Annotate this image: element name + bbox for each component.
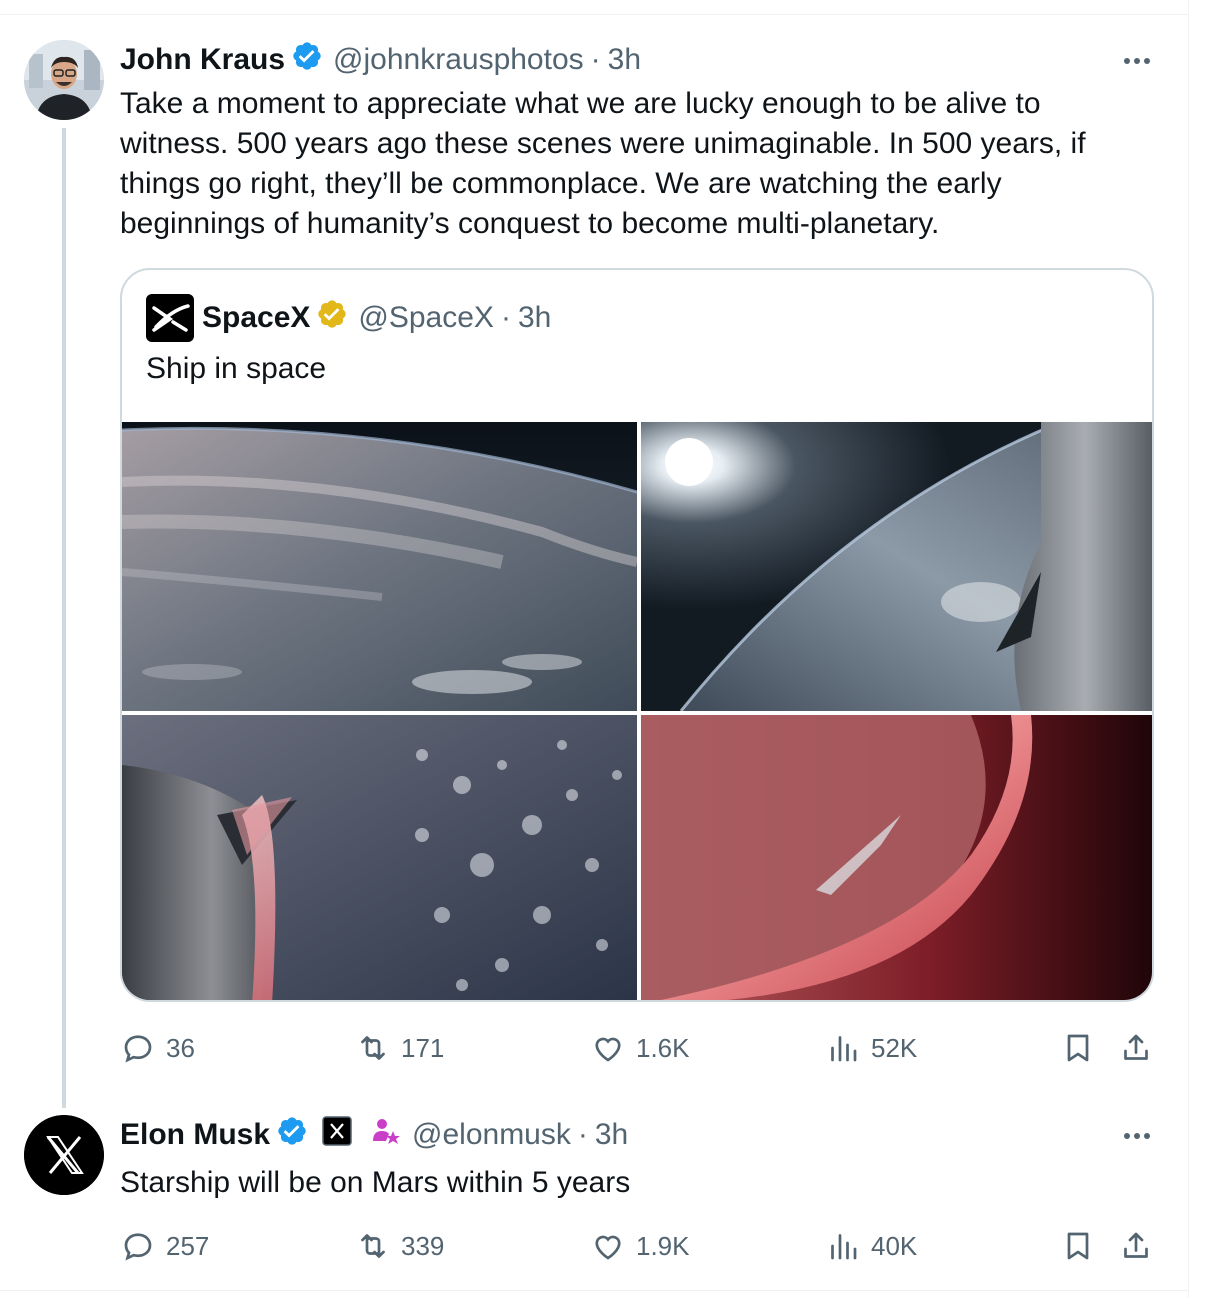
tweet1-views-button[interactable]: 52K: [825, 1030, 917, 1066]
media-image-reentry-plasma[interactable]: [641, 715, 1152, 1000]
tweet1-text-line: Take a moment to appreciate what we are …: [120, 87, 1041, 120]
tweet1-like-button[interactable]: 1.6K: [590, 1030, 690, 1066]
quote-separator: ·: [500, 301, 511, 334]
tweet2-handle[interactable]: @elonmusk: [412, 1118, 571, 1152]
tweet1-text: Take a moment to appreciate what we are …: [120, 84, 1086, 244]
views-icon: [831, 1234, 857, 1260]
tweet1-repost-button[interactable]: 171: [355, 1030, 444, 1066]
bookmark-icon: [1067, 1034, 1089, 1062]
tweet1-action-bar: 36 171 1.6K 52K: [120, 1030, 1160, 1070]
repost-icon: [361, 1234, 385, 1258]
tweet2-author-name[interactable]: Elon Musk: [120, 1118, 270, 1152]
tweet1-author-name[interactable]: John Kraus: [120, 43, 285, 77]
quoted-tweet-card[interactable]: SpaceX @SpaceX · 3h Ship in space: [120, 268, 1154, 1002]
tweet2-views-count: 40K: [871, 1230, 918, 1261]
media-grid: [122, 422, 1152, 1000]
tweet1-text-line: things go right, they’ll be commonplace.…: [120, 167, 1002, 200]
gold-verified-badge-icon[interactable]: [316, 298, 348, 338]
tweet1-reply-count: 36: [166, 1032, 195, 1063]
views-icon: [831, 1036, 857, 1062]
spacex-logo-icon[interactable]: [146, 294, 194, 342]
tweet2-repost-button[interactable]: 339: [355, 1228, 444, 1264]
share-icon: [1124, 1034, 1148, 1060]
tweet2-header: Elon Musk @elonmusk · 3h: [120, 1115, 628, 1155]
top-divider: [0, 14, 1188, 15]
tweet1-views-count: 52K: [871, 1032, 918, 1063]
tweet1-separator: ·: [590, 43, 601, 76]
tweet2-views-button[interactable]: 40K: [825, 1228, 917, 1264]
x-logo-icon: [24, 1115, 104, 1195]
verified-badge-icon[interactable]: [291, 40, 323, 80]
bookmark-icon: [1067, 1232, 1089, 1260]
bottom-divider: [0, 1290, 1188, 1291]
media-image-sun-ship[interactable]: [641, 422, 1152, 711]
tweet1-header: John Kraus @johnkrausphotos · 3h: [120, 40, 641, 80]
tweet1-share-button[interactable]: [1118, 1030, 1164, 1066]
subscriber-badge-icon[interactable]: [370, 1115, 402, 1155]
like-icon: [595, 1235, 621, 1260]
tweet2-share-button[interactable]: [1118, 1228, 1164, 1264]
media-image-ship-clouds[interactable]: [122, 715, 637, 1000]
reply-icon: [124, 1233, 152, 1261]
quote-text: Ship in space: [146, 352, 327, 385]
x-affiliate-badge-icon[interactable]: [322, 1116, 352, 1154]
tweet2-like-button[interactable]: 1.9K: [590, 1228, 690, 1264]
verified-badge-icon[interactable]: [276, 1115, 308, 1155]
right-divider: [1188, 0, 1189, 1298]
quote-handle[interactable]: @SpaceX: [358, 301, 494, 335]
tweet1-bookmark-button[interactable]: [1060, 1030, 1106, 1066]
elon-musk-avatar[interactable]: [24, 1115, 104, 1195]
like-icon: [595, 1037, 621, 1062]
reply-icon: [124, 1035, 152, 1063]
more-icon[interactable]: [1118, 46, 1158, 76]
tweet1-handle[interactable]: @johnkrausphotos: [333, 43, 584, 77]
tweet2-timestamp[interactable]: 3h: [595, 1118, 628, 1152]
thread-connector-line: [62, 128, 66, 1108]
tweet2-reply-button[interactable]: 257: [120, 1228, 209, 1264]
tweet2-repost-count: 339: [401, 1230, 445, 1261]
tweet1-reply-button[interactable]: 36: [120, 1030, 195, 1066]
tweet2-action-bar: 257 339 1.9K 40K: [120, 1228, 1160, 1268]
tweet2-bookmark-button[interactable]: [1060, 1228, 1106, 1264]
tweet2-text: Starship will be on Mars within 5 years: [120, 1166, 631, 1199]
tweet2-separator: ·: [577, 1118, 588, 1151]
tweet1-timestamp[interactable]: 3h: [608, 43, 641, 77]
more-icon[interactable]: [1118, 1121, 1158, 1151]
quote-timestamp[interactable]: 3h: [518, 301, 551, 335]
tweet2-like-count: 1.9K: [636, 1230, 690, 1261]
tweet1-text-line: witness. 500 years ago these scenes were…: [120, 127, 1086, 160]
repost-icon: [361, 1036, 385, 1060]
john-kraus-avatar[interactable]: [24, 40, 104, 120]
tweet1-text-line: beginnings of humanity’s conquest to bec…: [120, 207, 940, 240]
tweet2-reply-count: 257: [166, 1230, 210, 1261]
quote-author-name[interactable]: SpaceX: [202, 301, 310, 335]
tweet1-repost-count: 171: [401, 1032, 445, 1063]
media-image-earth-horizon[interactable]: [122, 422, 637, 711]
share-icon: [1124, 1232, 1148, 1258]
quote-header: SpaceX @SpaceX · 3h: [146, 294, 551, 342]
tweet1-like-count: 1.6K: [636, 1032, 690, 1063]
